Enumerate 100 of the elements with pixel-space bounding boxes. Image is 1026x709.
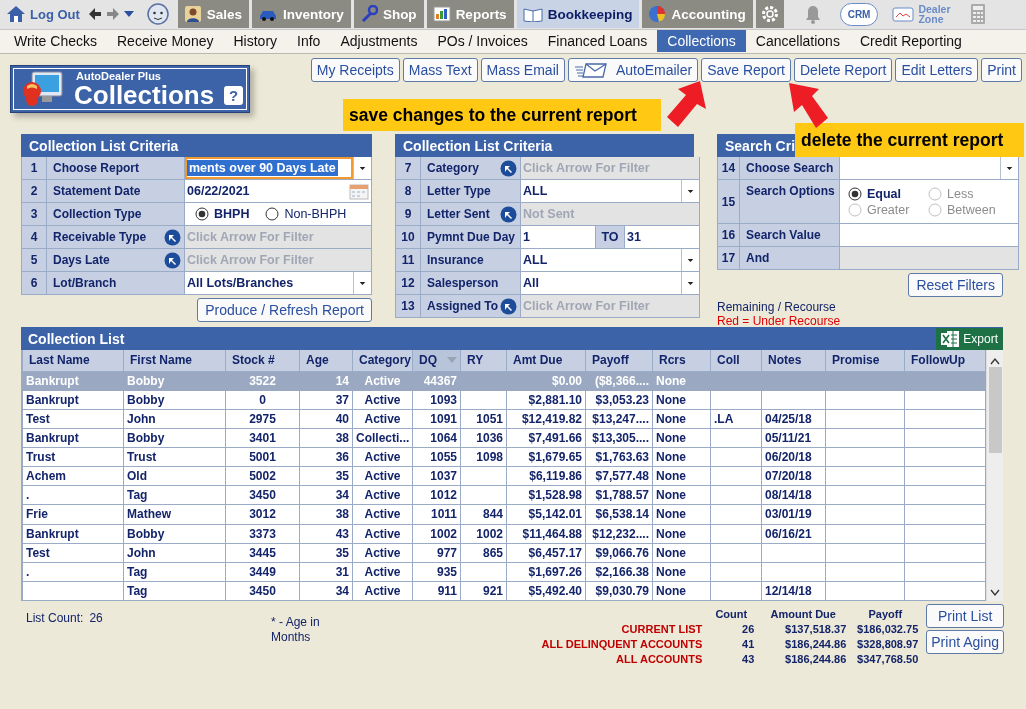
table-row[interactable]: Achem Old 5002 35 Active 1037 $6,119.86 $7,577.48 None 07/20/18 — [22, 466, 986, 486]
table-cell: 2975 — [249, 411, 276, 426]
column-header[interactable]: Category — [352, 350, 413, 372]
menu-tab[interactable]: Receive Money — [107, 30, 224, 52]
menu-tab[interactable]: Info — [287, 30, 331, 52]
toolbar-button[interactable]: My Receipts — [310, 58, 400, 82]
table-cell: 35 — [335, 469, 349, 484]
table-cell: None — [656, 373, 686, 388]
summary-value: 43 — [741, 653, 755, 665]
table-row[interactable]: Bankrupt Bobby 3401 38 Collecti... 1064 1036 $7,491.66 $13,305.... None 05/11/21 — [22, 428, 986, 448]
column-header[interactable]: Payoff — [585, 350, 653, 372]
scrollbar[interactable] — [986, 350, 1003, 601]
column-header[interactable]: FollowUp — [904, 350, 986, 372]
row-number: 9 — [404, 207, 412, 221]
toolbar-button[interactable]: Mass Email — [480, 58, 565, 82]
arrow-circle-icon[interactable] — [164, 228, 181, 246]
filter-field[interactable]: Click Arrow For Filter — [521, 295, 699, 317]
menu-tab[interactable]: History — [223, 30, 288, 52]
table-cell: 844 — [482, 507, 503, 522]
table-row[interactable]: Frie Mathew 3012 38 Active 1011 844 $5,142.01 $6,538.14 None 03/01/19 — [22, 504, 986, 524]
toolbar-button[interactable]: Delete Report — [794, 58, 893, 82]
table-cell: Bankrupt — [26, 373, 79, 388]
table-cell: 5001 — [249, 450, 276, 465]
column-header[interactable]: Stock # — [225, 350, 300, 372]
radio-option[interactable]: BHPH — [195, 207, 250, 221]
menu-tab[interactable]: Financed Loans — [537, 30, 658, 52]
field-label: Category — [427, 161, 479, 175]
table-row[interactable]: . Tag 3449 31 Active 935 $1,697.26 $2,166.38 None — [22, 562, 986, 582]
toolbar-button[interactable]: AutoEmailer — [567, 58, 699, 82]
column-header[interactable]: Last Name — [22, 350, 124, 372]
filter-field[interactable]: Not Sent — [521, 203, 699, 225]
table-cell: None — [656, 545, 686, 560]
logout-link[interactable]: Log Out — [6, 0, 84, 28]
radio-option[interactable]: Non-BHPH — [265, 207, 347, 221]
column-header[interactable]: Amt Due — [506, 350, 586, 372]
export-button[interactable]: Export — [936, 327, 1003, 350]
table-row[interactable]: Test John 3445 35 Active 977 865 $6,457.17 $9,066.76 None — [22, 543, 986, 563]
table-row[interactable]: Bankrupt Bobby 0 37 Active 1093 $2,881.10 $3,053.23 None — [22, 390, 986, 410]
menu-tab[interactable]: Write Checks — [4, 30, 107, 52]
table-row[interactable]: Trust Trust 5001 36 Active 1055 1098 $1,679.65 $1,763.63 None 06/20/18 — [22, 447, 986, 467]
table-cell: 43 — [335, 526, 349, 541]
help-button[interactable]: ? — [224, 85, 244, 105]
menu-tab[interactable]: Adjustments — [330, 30, 428, 52]
table-cell: $0.00 — [551, 373, 582, 388]
print-button[interactable]: Print List — [926, 604, 1004, 628]
table-cell: Bankrupt — [26, 431, 79, 445]
nav-tab[interactable]: Bookkeeping — [516, 0, 640, 28]
table-row[interactable]: . Tag 3450 34 Active 1012 $1,528.98 $1,788.57 None 08/14/18 — [22, 485, 986, 505]
table-cell: Bobby — [127, 392, 165, 407]
filter-field[interactable]: Click Arrow For Filter — [185, 249, 371, 271]
row-number: 14 — [721, 161, 736, 175]
table-cell: 36 — [335, 450, 349, 465]
column-header[interactable]: Promise — [825, 350, 905, 372]
table-cell: 5002 — [249, 469, 276, 484]
table-cell: 3522 — [249, 373, 276, 388]
table-cell: $1,697.26 — [528, 564, 582, 579]
filter-field[interactable]: Click Arrow For Filter — [185, 226, 371, 248]
print-button[interactable]: Print Aging — [926, 630, 1004, 654]
column-header[interactable]: First Name — [123, 350, 226, 372]
column-header[interactable]: Age — [299, 350, 353, 372]
reset-filters-button[interactable]: Reset Filters — [908, 273, 1003, 297]
crm-button[interactable]: CRM — [839, 2, 879, 26]
table-cell: $7,491.66 — [528, 431, 582, 445]
toolbar-button[interactable]: Save Report — [701, 58, 791, 82]
settings-button[interactable] — [755, 0, 784, 28]
row-number: 13 — [401, 299, 415, 313]
menu-tab[interactable]: Cancellations — [745, 30, 850, 52]
menu-tab[interactable]: Credit Reporting — [849, 30, 972, 52]
arrow-circle-icon[interactable] — [500, 159, 517, 177]
table-cell: Achem — [26, 469, 66, 484]
table-cell: None — [656, 488, 686, 503]
table-cell: $11,464.88 — [522, 526, 582, 541]
toolbar-button[interactable]: Mass Text — [402, 58, 478, 82]
table-row[interactable]: Test John 2975 40 Active 1091 1051 $12,419.82 $13,247.... None .LA 04/25/18 — [22, 409, 986, 429]
toolbar-button[interactable]: Print — [981, 58, 1022, 82]
dropdown[interactable]: ments over 90 Days Late — [185, 157, 353, 179]
settings-icon — [759, 4, 780, 24]
arrow-circle-icon[interactable] — [500, 297, 517, 315]
table-cell: 1011 — [430, 507, 457, 522]
table-cell: . — [26, 488, 30, 503]
filter-field[interactable]: Click Arrow For Filter — [521, 157, 699, 179]
radio-icon — [928, 186, 942, 201]
table-cell: 34 — [335, 488, 349, 503]
table-row[interactable]: Tag 3450 34 Active 911 921 $5,492.40 $9,030.79 None 12/14/18 — [22, 581, 986, 601]
arrow-circle-icon[interactable] — [500, 205, 517, 223]
table-row[interactable]: Bankrupt Bobby 3373 43 Active 1002 1002 $11,464.88 $12,232.... None 06/16/21 — [22, 524, 986, 544]
column-header[interactable]: RY — [460, 350, 507, 372]
radio-option[interactable]: Equal — [848, 186, 926, 201]
table-cell: 3449 — [249, 564, 276, 579]
menu-tab[interactable]: POs / Invoices — [427, 30, 538, 52]
menu-tab[interactable]: Collections — [657, 30, 746, 52]
column-header[interactable]: Coll — [710, 350, 762, 372]
toolbar-button[interactable]: Edit Letters — [895, 58, 979, 82]
column-header[interactable]: DQ — [412, 350, 461, 372]
refresh-report-button[interactable]: Produce / Refresh Report — [197, 298, 372, 322]
column-header[interactable]: Notes — [761, 350, 826, 372]
panel-header: Collection List Criteria — [21, 134, 372, 157]
table-cell: $7,577.48 — [595, 469, 649, 484]
column-header[interactable]: Rcrs — [652, 350, 711, 372]
arrow-circle-icon[interactable] — [164, 251, 181, 269]
